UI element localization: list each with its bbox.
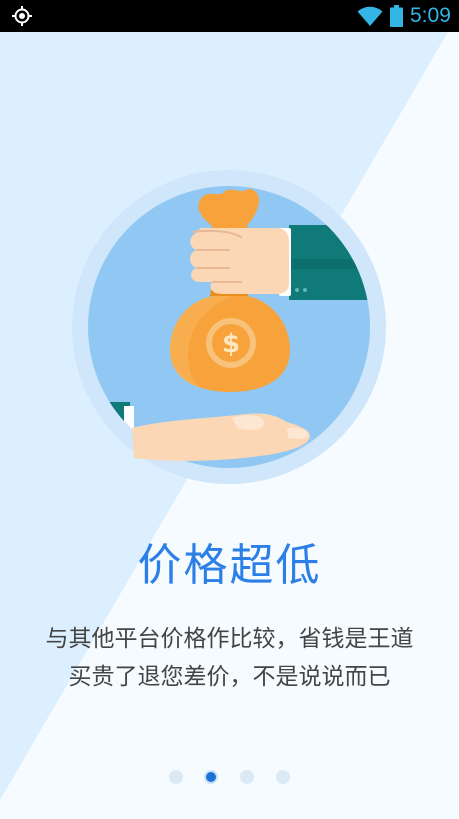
status-bar: 5:09 bbox=[0, 0, 459, 32]
dollar-coin-icon: $ bbox=[206, 318, 256, 368]
money-bag-illustration: $ bbox=[72, 170, 386, 484]
page-title: 价格超低 bbox=[137, 540, 322, 591]
description-line-2: 买贵了退您差价，不是说说而已 bbox=[68, 664, 391, 690]
description-line-1: 与其他平台价格作比较，省钱是王道 bbox=[45, 626, 414, 652]
gps-icon bbox=[12, 6, 32, 26]
status-time: 5:09 bbox=[410, 4, 451, 27]
wifi-icon bbox=[357, 6, 383, 26]
svg-text:$: $ bbox=[222, 329, 240, 359]
page-description: 与其他平台价格作比较，省钱是王道 买贵了退您差价，不是说说而已 bbox=[0, 620, 459, 696]
page-dot-2-active[interactable] bbox=[204, 770, 218, 784]
page-dot-3[interactable] bbox=[240, 770, 254, 784]
page-indicator bbox=[0, 770, 459, 786]
page-dot-4[interactable] bbox=[276, 770, 290, 784]
page-dot-1[interactable] bbox=[169, 770, 183, 784]
battery-icon bbox=[390, 5, 403, 27]
